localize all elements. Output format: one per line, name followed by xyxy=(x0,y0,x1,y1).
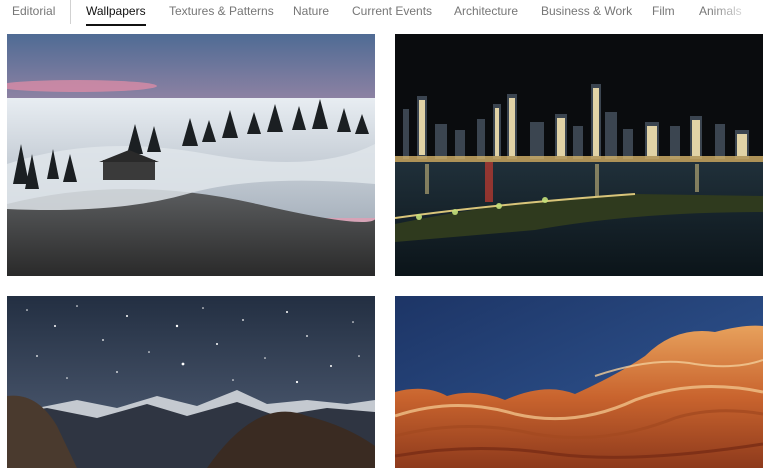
nav-tab-editorial[interactable]: Editorial xyxy=(12,4,55,26)
photo-foggy-hill-image xyxy=(7,34,375,276)
photo-city-skyline-image xyxy=(395,34,763,276)
nav-tab-textures-patterns[interactable]: Textures & Patterns xyxy=(169,4,274,26)
nav-tab-animals[interactable]: Animals xyxy=(699,4,742,26)
nav-tab-current-events[interactable]: Current Events xyxy=(352,4,432,26)
nav-tab-wallpapers[interactable]: Wallpapers xyxy=(86,4,146,26)
photo-starry-mountains[interactable] xyxy=(7,296,375,468)
nav-tab-architecture[interactable]: Architecture xyxy=(454,4,518,26)
photo-starry-mountains-image xyxy=(7,296,375,468)
photo-city-skyline[interactable] xyxy=(395,34,763,276)
category-nav: Editorial Wallpapers Textures & Patterns… xyxy=(0,0,768,32)
photo-sandstone-rocks[interactable] xyxy=(395,296,763,468)
nav-tab-business-work[interactable]: Business & Work xyxy=(541,4,632,26)
photo-sandstone-rocks-image xyxy=(395,296,763,468)
nav-tab-film[interactable]: Film xyxy=(652,4,675,26)
photo-foggy-hill[interactable] xyxy=(7,34,375,276)
nav-tab-nature[interactable]: Nature xyxy=(293,4,329,26)
nav-divider xyxy=(70,0,71,24)
